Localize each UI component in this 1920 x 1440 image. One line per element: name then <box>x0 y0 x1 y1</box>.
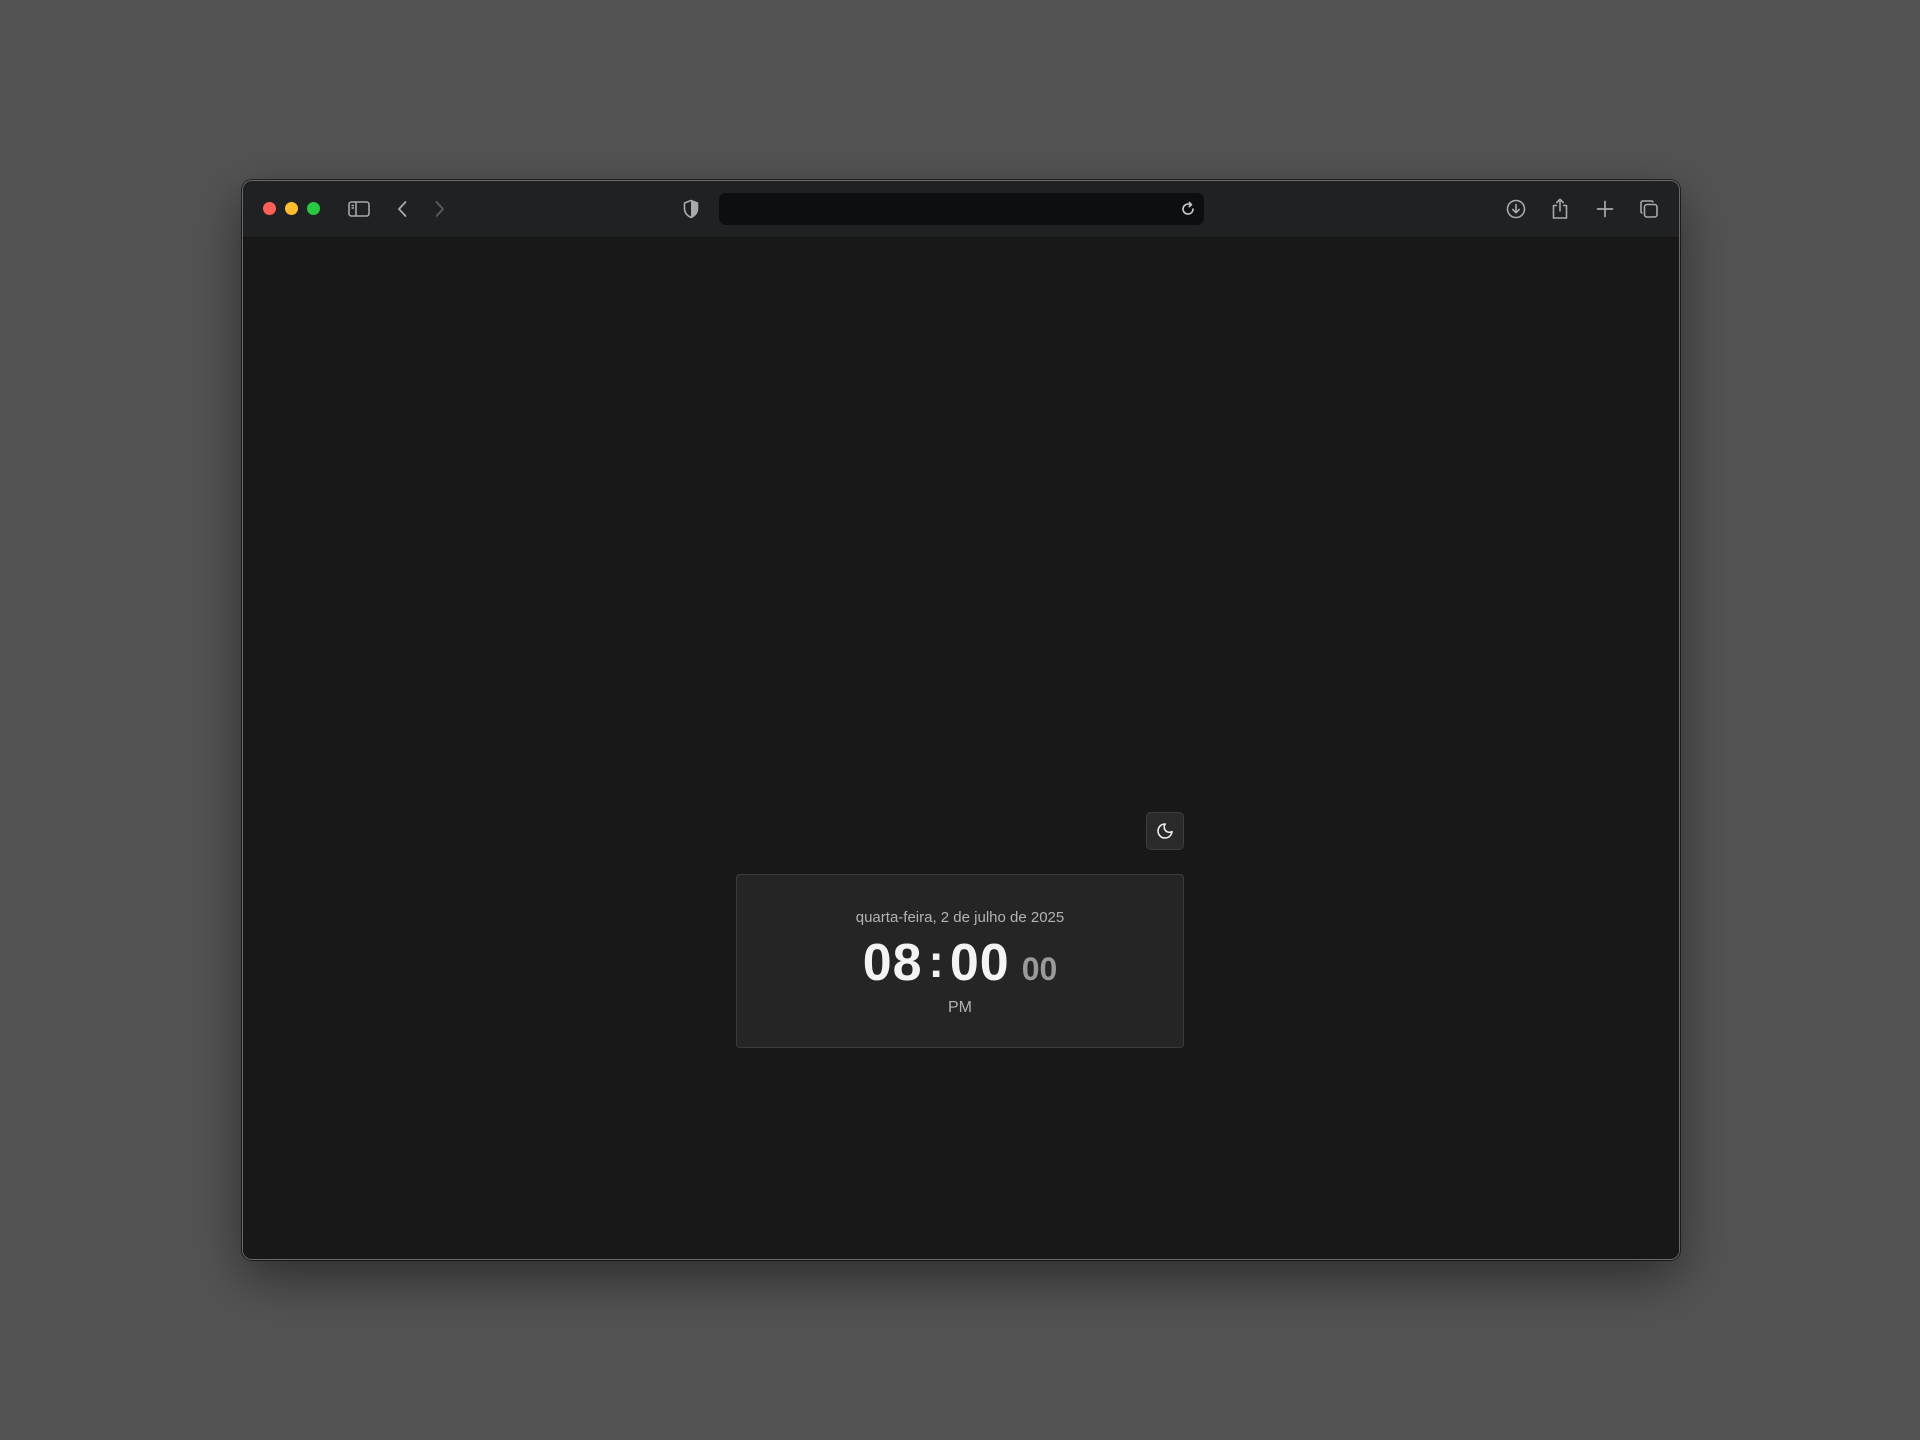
reload-button[interactable] <box>1176 197 1200 221</box>
tab-overview-button[interactable] <box>1635 195 1663 223</box>
browser-window: quarta-feira, 2 de julho de 2025 08 : 00… <box>242 180 1680 1260</box>
zoom-window-button[interactable] <box>307 202 320 215</box>
back-button[interactable] <box>389 195 417 223</box>
sidebar-toggle-button[interactable] <box>345 195 373 223</box>
clock-hours: 08 <box>862 934 923 992</box>
share-icon <box>1552 198 1568 219</box>
forward-button[interactable] <box>425 195 453 223</box>
share-button[interactable] <box>1546 195 1574 223</box>
close-window-button[interactable] <box>263 202 276 215</box>
clock-seconds: 00 <box>1021 951 1058 987</box>
plus-icon <box>1596 200 1614 218</box>
clock-separator: : <box>928 935 944 987</box>
clock-minutes: 00 <box>949 934 1010 992</box>
page-content: quarta-feira, 2 de julho de 2025 08 : 00… <box>243 238 1679 1259</box>
new-tab-button[interactable] <box>1591 195 1619 223</box>
moon-icon <box>1157 823 1173 839</box>
address-bar[interactable] <box>719 193 1204 225</box>
shield-icon <box>683 199 699 219</box>
chevron-right-icon <box>435 201 444 217</box>
download-icon <box>1506 199 1526 219</box>
chevron-left-icon <box>398 201 407 217</box>
sidebar-icon <box>348 201 370 217</box>
minimize-window-button[interactable] <box>285 202 298 215</box>
clock-period: PM <box>948 999 972 1016</box>
privacy-report-button[interactable] <box>677 195 705 223</box>
theme-toggle-button[interactable] <box>1146 812 1184 850</box>
reload-icon <box>1182 201 1194 215</box>
tabs-overview-icon <box>1640 200 1658 218</box>
browser-toolbar <box>243 181 1679 238</box>
clock-card: quarta-feira, 2 de julho de 2025 08 : 00… <box>736 874 1184 1048</box>
downloads-button[interactable] <box>1502 195 1530 223</box>
clock-date: quarta-feira, 2 de julho de 2025 <box>855 909 1065 926</box>
clock-time: 08 : 00 00 <box>737 935 1183 991</box>
